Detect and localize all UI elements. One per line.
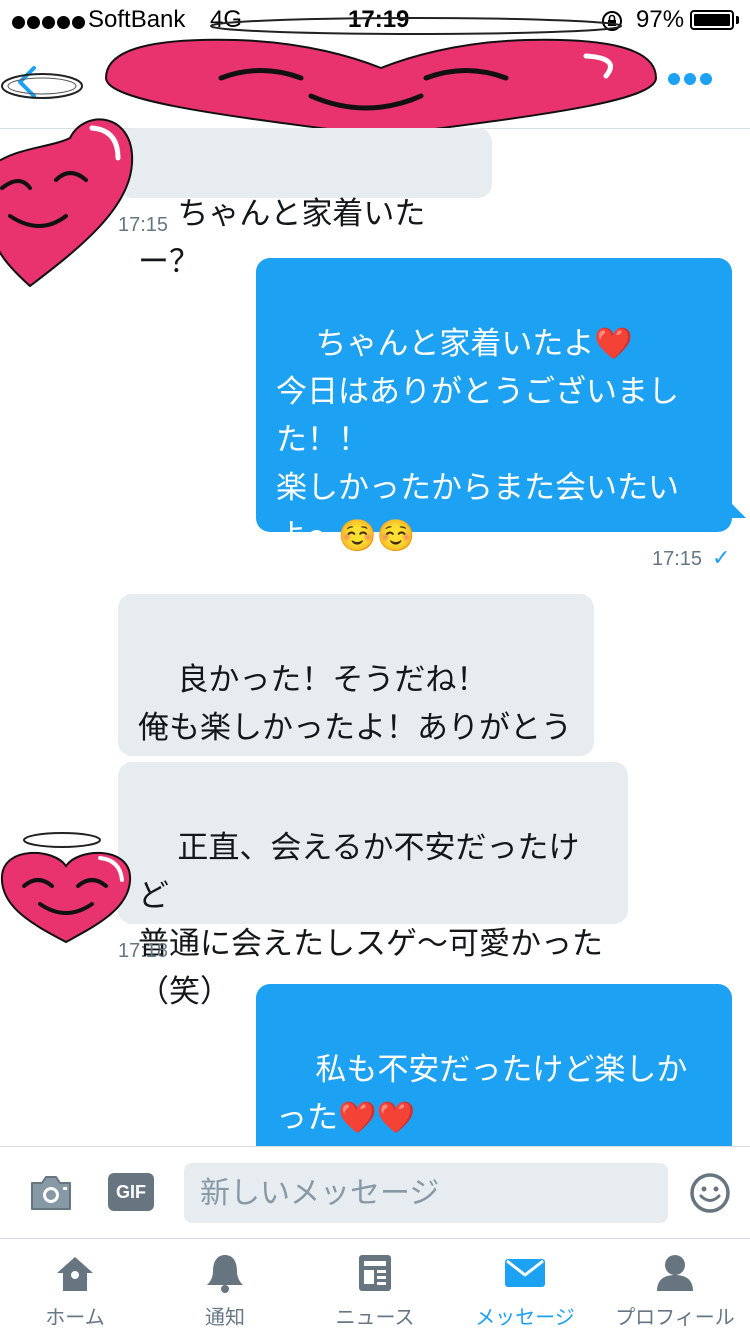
ellipsis-icon	[668, 73, 680, 85]
envelope-icon	[505, 1259, 545, 1287]
heart-sticker-avatar	[0, 832, 132, 944]
read-check-icon: ✓	[712, 546, 731, 571]
battery-tip	[736, 16, 739, 24]
tab-label: メッセージ	[475, 1305, 575, 1329]
message-timestamp: 17:15	[652, 548, 703, 570]
tab-bar: ホーム 通知 ニュース メッセージ プロフィール	[0, 1238, 750, 1335]
tab-profile[interactable]: プロフィール	[600, 1239, 750, 1335]
camera-icon[interactable]	[28, 1173, 74, 1213]
message-bubble-outgoing[interactable]: ちゃんと家着いたよ❤️ 今日はありがとうございました！！ 楽しかったからまた会い…	[256, 258, 732, 554]
message-bubble-incoming[interactable]: ちゃんと家着いたー？	[118, 128, 492, 280]
tab-label: ホーム	[45, 1305, 105, 1329]
person-icon	[657, 1255, 693, 1291]
heart-sticker-header	[104, 17, 658, 138]
news-icon	[359, 1255, 391, 1291]
message-input[interactable]	[184, 1163, 668, 1223]
message-text: ちゃんと家着いたよ❤️ 今日はありがとうございました！！ 楽しかったからまた会い…	[276, 326, 679, 554]
emoji-icon[interactable]	[688, 1171, 732, 1215]
message-text: 私も不安だったけど楽しかった❤️❤️ ありがとう（笑）嬉しい😊	[276, 1052, 688, 1136]
tab-home[interactable]: ホーム	[0, 1239, 150, 1335]
message-text: 正直、会えるか不安だったけど 普通に会えたしスゲ〜可愛かった（笑）	[138, 830, 603, 1010]
tab-label: 通知	[205, 1305, 245, 1329]
halo-sticker	[1, 73, 83, 99]
message-bubble-incoming[interactable]: 良かった！そうだね！ 俺も楽しかったよ！ありがとう(^^)	[118, 594, 594, 794]
heart-sticker-avatar	[0, 118, 134, 288]
more-options-button[interactable]	[668, 70, 718, 94]
bubble-tail	[732, 504, 746, 518]
home-icon	[57, 1257, 93, 1291]
tab-notifications[interactable]: 通知	[150, 1239, 300, 1335]
message-bubble-outgoing[interactable]: 私も不安だったけど楽しかった❤️❤️ ありがとう（笑）嬉しい😊	[256, 984, 732, 1146]
tab-messages[interactable]: メッセージ	[450, 1239, 600, 1335]
tab-news[interactable]: ニュース	[300, 1239, 450, 1335]
gif-button[interactable]: GIF	[108, 1173, 154, 1211]
tab-label: プロフィール	[615, 1305, 735, 1329]
battery-icon	[690, 10, 734, 30]
message-composer: GIF	[0, 1146, 750, 1239]
bell-icon	[207, 1255, 243, 1293]
tab-label: ニュース	[335, 1305, 415, 1329]
message-bubble-incoming[interactable]: 正直、会えるか不安だったけど 普通に会えたしスゲ〜可愛かった（笑）	[118, 762, 628, 1010]
